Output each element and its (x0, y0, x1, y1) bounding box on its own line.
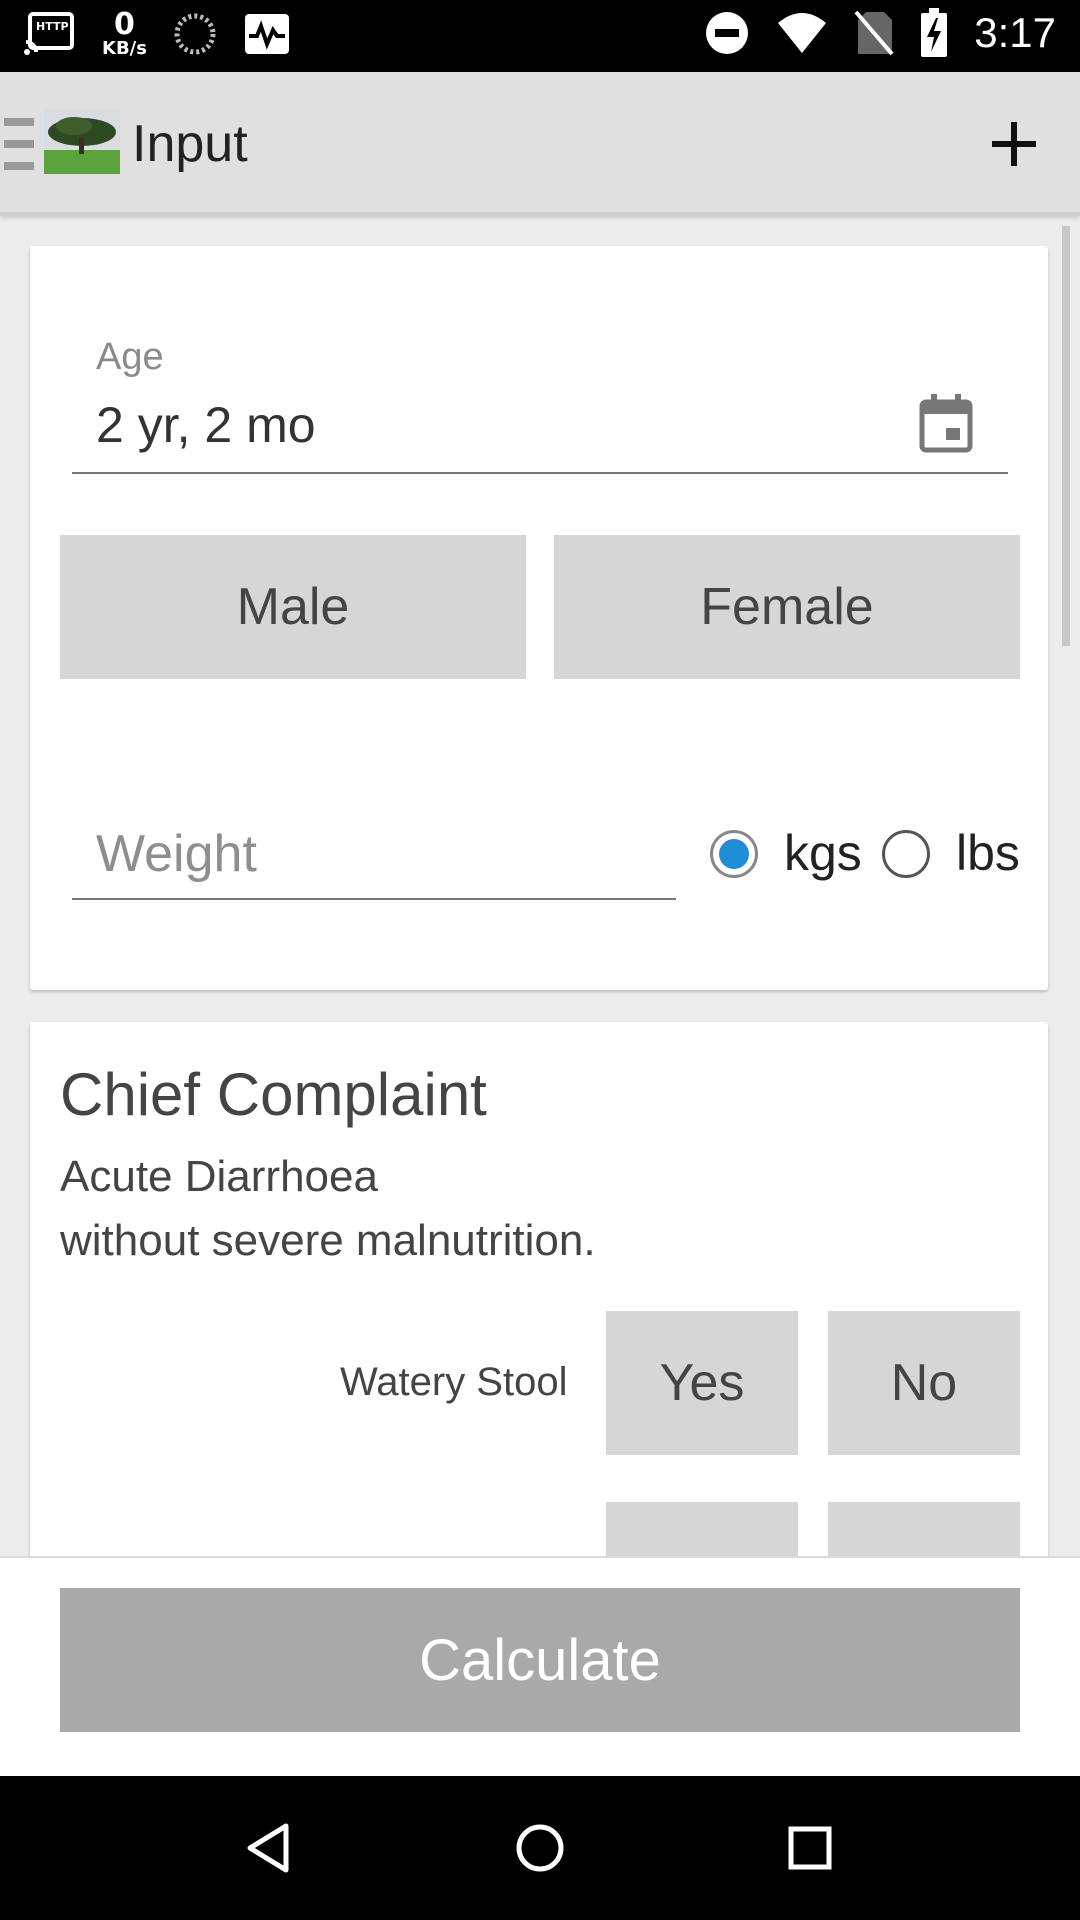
watery-stool-no-button[interactable]: No (828, 1311, 1020, 1455)
plus-icon[interactable] (986, 116, 1042, 172)
tree-logo[interactable] (44, 110, 120, 174)
age-field[interactable]: 2 yr, 2 mo (96, 396, 316, 454)
net-speed-indicator: 0 KB/s (102, 7, 147, 59)
bottom-action-panel: Calculate (0, 1556, 1080, 1776)
male-button[interactable]: Male (60, 535, 526, 679)
clock: 3:17 (974, 9, 1056, 56)
female-button[interactable]: Female (554, 535, 1020, 679)
wifi-icon (778, 13, 827, 53)
app-toolbar: Input (0, 72, 1080, 216)
complaint-line-1: Acute Diarrhoea (60, 1152, 378, 1201)
no-sim-icon (854, 10, 894, 56)
lbs-radio[interactable] (882, 830, 930, 878)
system-nav-bar (0, 1776, 1080, 1920)
status-bar: HTTP 0 KB/s 3:17 (0, 0, 1080, 72)
age-label: Age (96, 336, 164, 378)
drawer-menu-icon[interactable] (4, 116, 38, 174)
sync-circle-icon (174, 13, 216, 55)
complaint-line-2: without severe malnutrition. (60, 1216, 596, 1265)
do-not-disturb-icon (706, 12, 749, 54)
radio-selected-dot (719, 839, 749, 869)
back-icon[interactable] (238, 1816, 302, 1880)
recents-icon[interactable] (778, 1816, 842, 1880)
patient-info-card: Age 2 yr, 2 mo Male Female Weight kgs lb… (30, 246, 1048, 990)
svg-text:HTTP: HTTP (36, 20, 69, 33)
chief-complaint-title: Chief Complaint (60, 1061, 487, 1128)
watery-stool-yes-button[interactable]: Yes (606, 1311, 798, 1455)
activity-icon (244, 14, 289, 54)
battery-charging-icon (921, 8, 948, 57)
weight-underline (72, 898, 676, 900)
toolbar-title: Input (132, 115, 248, 173)
cast-http-icon: HTTP (24, 12, 74, 55)
lbs-label[interactable]: lbs (956, 824, 1020, 882)
weight-input[interactable]: Weight (96, 824, 257, 884)
watery-stool-label: Watery Stool (340, 1360, 568, 1404)
home-icon[interactable] (508, 1816, 572, 1880)
scrollbar[interactable] (1062, 226, 1070, 646)
calendar-icon[interactable] (918, 394, 974, 454)
chief-complaint-card: Chief Complaint Acute Diarrhoea without … (30, 1022, 1048, 1622)
kgs-radio[interactable] (710, 830, 758, 878)
calculate-button[interactable]: Calculate (60, 1588, 1020, 1732)
kgs-label[interactable]: kgs (784, 824, 862, 882)
age-underline (72, 472, 1008, 474)
